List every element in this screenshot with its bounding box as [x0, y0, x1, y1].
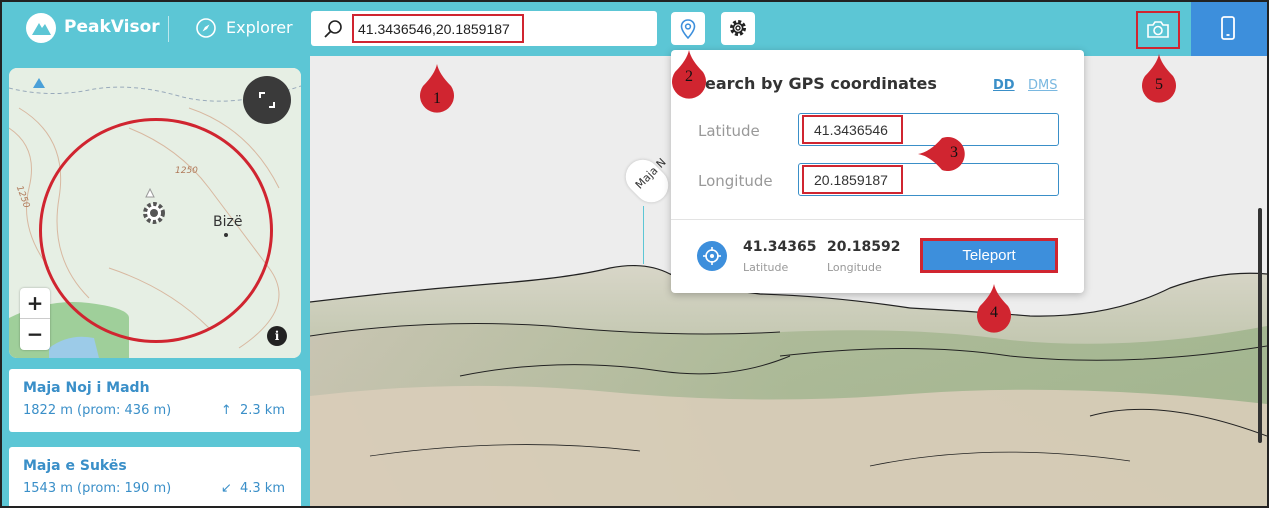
gps-search-popup: earch by GPS coordinates DD DMS Latitude…: [671, 50, 1084, 293]
result-latitude: 41.34365: [743, 239, 817, 255]
annotation-marker-1: 1: [415, 62, 459, 120]
peak-label-line: [643, 206, 644, 264]
search-icon[interactable]: [323, 19, 343, 39]
left-sidebar: Bizë 1250 1250 + − i Maja Noj i Madh 182…: [2, 56, 310, 506]
zoom-control: + −: [20, 288, 50, 350]
peak-distance-value: 2.3 km: [240, 403, 285, 418]
elevation-label: 1250: [175, 166, 198, 176]
search-input[interactable]: [352, 14, 524, 43]
town-dot: [224, 233, 228, 237]
mini-map[interactable]: Bizë 1250 1250 + − i: [9, 68, 301, 358]
brand-name[interactable]: PeakVisor: [64, 17, 160, 37]
latitude-input[interactable]: [802, 115, 903, 144]
zoom-out-button[interactable]: −: [20, 319, 50, 350]
teleport-button[interactable]: Teleport: [920, 238, 1058, 273]
result-longitude: 20.18592: [827, 239, 901, 255]
longitude-input[interactable]: [802, 165, 903, 194]
top-bar: PeakVisor Explorer: [2, 2, 1267, 56]
annotation-number: 4: [990, 304, 998, 321]
mobile-app-button[interactable]: [1191, 2, 1267, 56]
explorer-tab[interactable]: Explorer: [226, 18, 293, 37]
peak-card[interactable]: Maja Noj i Madh 1822 m (prom: 436 m) ↑ 2…: [9, 369, 301, 432]
expand-map-button[interactable]: [243, 76, 291, 124]
map-focus-annotation: [39, 118, 273, 343]
annotation-marker-5: 5: [1137, 52, 1181, 110]
screenshot-frame: PeakVisor Explorer 41.3436546,20.1859187…: [0, 0, 1269, 508]
annotation-number: 2: [685, 68, 693, 85]
longitude-label: Longitude: [698, 172, 773, 190]
dd-format-link[interactable]: DD: [993, 78, 1015, 93]
position-gear-icon: [143, 202, 165, 224]
info-icon[interactable]: i: [267, 326, 287, 346]
annotation-number: 3: [950, 144, 958, 161]
peak-meta: 1543 m (prom: 190 m): [23, 481, 172, 496]
dms-format-link[interactable]: DMS: [1028, 78, 1057, 93]
expand-icon: [259, 92, 275, 108]
direction-arrow-icon: ↙: [220, 481, 232, 496]
gps-pin-button[interactable]: [671, 12, 705, 45]
direction-triangle-icon: [145, 188, 155, 198]
annotation-marker-3: 3: [912, 128, 965, 186]
peak-tag-text: Maja N: [632, 155, 669, 192]
peak-distance: ↑ 2.3 km: [221, 403, 285, 418]
peak-meta: 1822 m (prom: 436 m): [23, 403, 172, 418]
target-icon: [697, 241, 727, 271]
peak-name: Maja e Sukës: [23, 458, 127, 474]
header-divider: [168, 16, 169, 42]
result-latitude-label: Latitude: [743, 261, 789, 274]
direction-arrow-icon: ↑: [220, 403, 232, 418]
peak-distance: ↙ 4.3 km: [221, 481, 285, 496]
town-label: Bizë: [213, 214, 243, 230]
latitude-label: Latitude: [698, 122, 760, 140]
peakvisor-logo-icon[interactable]: [26, 13, 56, 43]
peak-name: Maja Noj i Madh: [23, 380, 150, 396]
peak-distance-value: 4.3 km: [240, 481, 285, 496]
result-longitude-label: Longitude: [827, 261, 882, 274]
view-scrollbar[interactable]: [1258, 208, 1262, 443]
popup-title: earch by GPS coordinates: [705, 74, 937, 93]
annotation-marker-2: 2: [667, 48, 711, 106]
gear-icon: [730, 20, 746, 36]
annotation-number: 5: [1155, 76, 1163, 93]
peak-card[interactable]: Maja e Sukës 1543 m (prom: 190 m) ↙ 4.3 …: [9, 447, 301, 506]
annotation-number: 1: [433, 90, 441, 107]
map-pin-icon: [680, 19, 696, 40]
zoom-in-button[interactable]: +: [20, 288, 50, 319]
compass-icon[interactable]: [195, 17, 217, 39]
camera-button[interactable]: [1136, 11, 1180, 49]
camera-icon: [1147, 21, 1169, 38]
annotation-marker-4: 4: [972, 282, 1016, 340]
popup-divider: [671, 219, 1084, 220]
search-box[interactable]: [311, 11, 657, 46]
settings-button[interactable]: [721, 12, 755, 45]
phone-icon: [1221, 16, 1235, 40]
